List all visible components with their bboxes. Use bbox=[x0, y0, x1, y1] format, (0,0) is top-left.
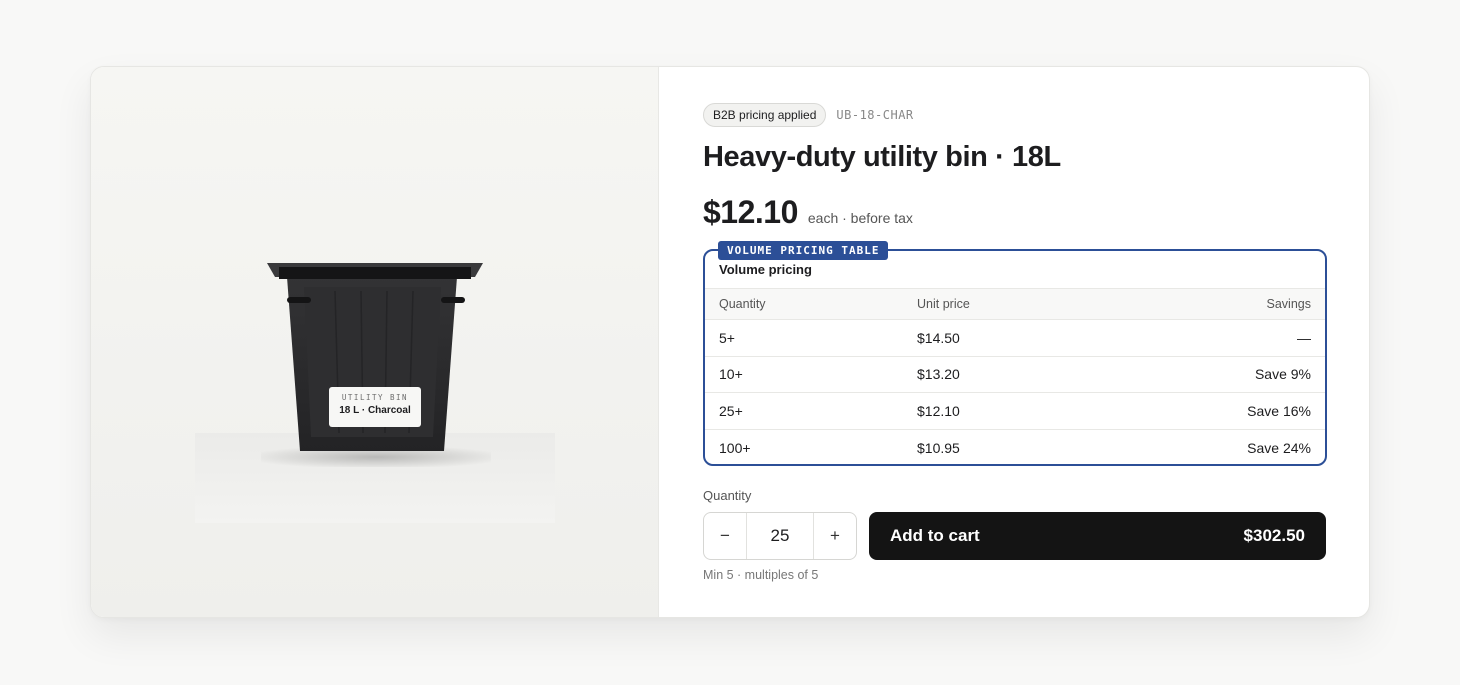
pricing-rows: Quantity Unit price Savings 5+ $14.50 — … bbox=[705, 288, 1325, 465]
quantity-stepper: − 25 + bbox=[703, 512, 857, 560]
volume-pricing-heading: Volume pricing bbox=[719, 262, 812, 277]
cart-total: $302.50 bbox=[1243, 526, 1305, 545]
quantity-label: Quantity bbox=[703, 488, 752, 503]
product-image-panel: UTILITY BIN 18 L · Charcoal bbox=[91, 67, 659, 617]
volume-pricing-tag: VOLUME PRICING TABLE bbox=[718, 241, 889, 260]
tier-unit-price: $10.95 bbox=[917, 439, 960, 456]
tier-savings: Save 16% bbox=[1247, 402, 1311, 419]
product-card: UTILITY BIN 18 L · Charcoal B2B pricing … bbox=[90, 66, 1370, 618]
column-header-savings: Savings bbox=[1266, 297, 1311, 311]
add-to-cart-button[interactable]: Add to cart $302.50 bbox=[869, 512, 1326, 560]
tier-quantity: 5+ bbox=[719, 329, 735, 346]
decrement-button[interactable]: − bbox=[704, 513, 747, 559]
column-header-quantity: Quantity bbox=[719, 297, 766, 311]
sku-code: UB-18-CHAR bbox=[836, 108, 914, 122]
add-to-cart-label: Add to cart bbox=[890, 526, 980, 545]
tier-savings: — bbox=[1297, 329, 1311, 346]
tier-savings: Save 24% bbox=[1247, 439, 1311, 456]
quantity-input[interactable]: 25 bbox=[747, 513, 813, 559]
table-row: 10+ $13.20 Save 9% bbox=[705, 355, 1325, 393]
tier-quantity: 25+ bbox=[719, 402, 743, 419]
tier-unit-price: $12.10 bbox=[917, 402, 960, 419]
increment-button[interactable]: + bbox=[813, 513, 856, 559]
bin-sticker-line1: UTILITY BIN bbox=[341, 393, 409, 402]
price-row: $12.10 each · before tax bbox=[703, 194, 913, 231]
price-note: each · before tax bbox=[807, 210, 913, 226]
product-title: Heavy-duty utility bin · 18L bbox=[703, 141, 1061, 173]
tier-savings: Save 9% bbox=[1254, 366, 1311, 383]
unit-price: $12.10 bbox=[703, 194, 798, 230]
column-header-unit-price: Unit price bbox=[917, 297, 970, 311]
table-row: 5+ $14.50 — bbox=[705, 319, 1325, 356]
quantity-hint: Min 5 · multiples of 5 bbox=[703, 568, 819, 582]
product-info-panel: B2B pricing applied UB-18-CHAR Heavy-dut… bbox=[703, 67, 1329, 617]
table-row: 100+ $10.95 Save 24% bbox=[705, 428, 1325, 466]
table-header-row: Quantity Unit price Savings bbox=[705, 288, 1325, 319]
volume-pricing-table: VOLUME PRICING TABLE Volume pricing Quan… bbox=[703, 241, 1327, 466]
bin-sticker-line2: 18 L · Charcoal bbox=[339, 405, 411, 416]
tier-unit-price: $14.50 bbox=[917, 329, 960, 346]
tier-quantity: 100+ bbox=[719, 439, 751, 456]
product-meta: B2B pricing applied UB-18-CHAR bbox=[703, 103, 914, 127]
bin-sticker: UTILITY BIN 18 L · Charcoal bbox=[329, 387, 421, 427]
utility-bin-image bbox=[261, 263, 491, 467]
tier-quantity: 10+ bbox=[719, 366, 743, 383]
tier-unit-price: $13.20 bbox=[917, 366, 960, 383]
b2b-badge: B2B pricing applied bbox=[703, 103, 827, 127]
table-row: 25+ $12.10 Save 16% bbox=[705, 392, 1325, 429]
